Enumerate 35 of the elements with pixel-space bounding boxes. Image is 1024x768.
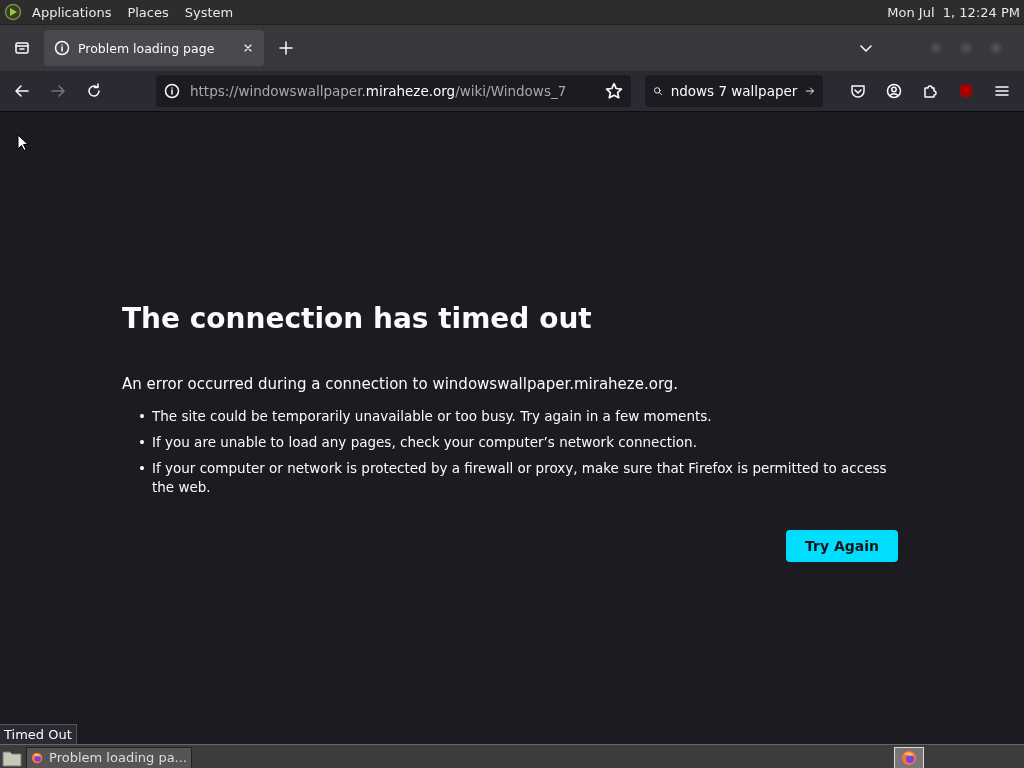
star-icon[interactable] <box>605 82 623 100</box>
info-icon[interactable] <box>164 83 180 99</box>
distro-logo-icon[interactable] <box>4 3 22 21</box>
account-icon[interactable] <box>886 83 902 99</box>
bullet-marker: • <box>138 407 144 426</box>
menu-icon[interactable] <box>994 83 1010 99</box>
mouse-cursor-icon <box>17 134 29 152</box>
close-icon[interactable] <box>242 42 254 54</box>
try-again-button[interactable]: Try Again <box>786 530 898 562</box>
reload-icon[interactable] <box>86 83 102 99</box>
bullet-marker: • <box>138 433 144 452</box>
pocket-icon[interactable] <box>850 83 866 99</box>
forward-icon[interactable] <box>50 83 66 99</box>
bullet-marker: • <box>138 459 144 478</box>
error-title: The connection has timed out <box>122 302 593 335</box>
suggestion-item: The site could be temporarily unavailable or too busy. Try again in a few moments. <box>152 407 712 426</box>
suggestion-item: If you are unable to load any pages, check your computer’s network connection. <box>152 433 697 452</box>
panel-menu[interactable]: System <box>178 4 240 20</box>
search-field[interactable]: ndows 7 wallpaper <box>645 75 823 107</box>
firefox-icon <box>901 749 917 766</box>
panel-menu[interactable]: Applications <box>26 4 118 20</box>
back-icon[interactable] <box>14 83 30 99</box>
address-field[interactable]: https://windowswallpaper.miraheze.org/wiki/Windows_7 <box>156 75 631 107</box>
clock[interactable]: Mon Jul 1, 12:24 PM <box>887 4 1020 20</box>
new-tab-icon[interactable] <box>278 40 294 56</box>
info-icon <box>54 40 70 56</box>
suggestion-item: If your computer or network is protected by a firewall or proxy, make sure that Firefox is permitted to access the web. <box>152 459 888 497</box>
browser-tab[interactable]: Problem loading page <box>44 30 264 66</box>
tab-list-icon[interactable] <box>14 40 30 56</box>
folder-icon[interactable] <box>2 748 22 767</box>
status-tooltip: Timed Out <box>0 724 77 744</box>
taskbar-window[interactable]: Problem loading pa... <box>26 746 192 768</box>
puzzle-icon[interactable] <box>922 83 938 99</box>
panel-menu[interactable]: Places <box>121 4 175 20</box>
error-description: An error occurred during a connection to windowswallpaper.miraheze.org. <box>122 375 680 393</box>
